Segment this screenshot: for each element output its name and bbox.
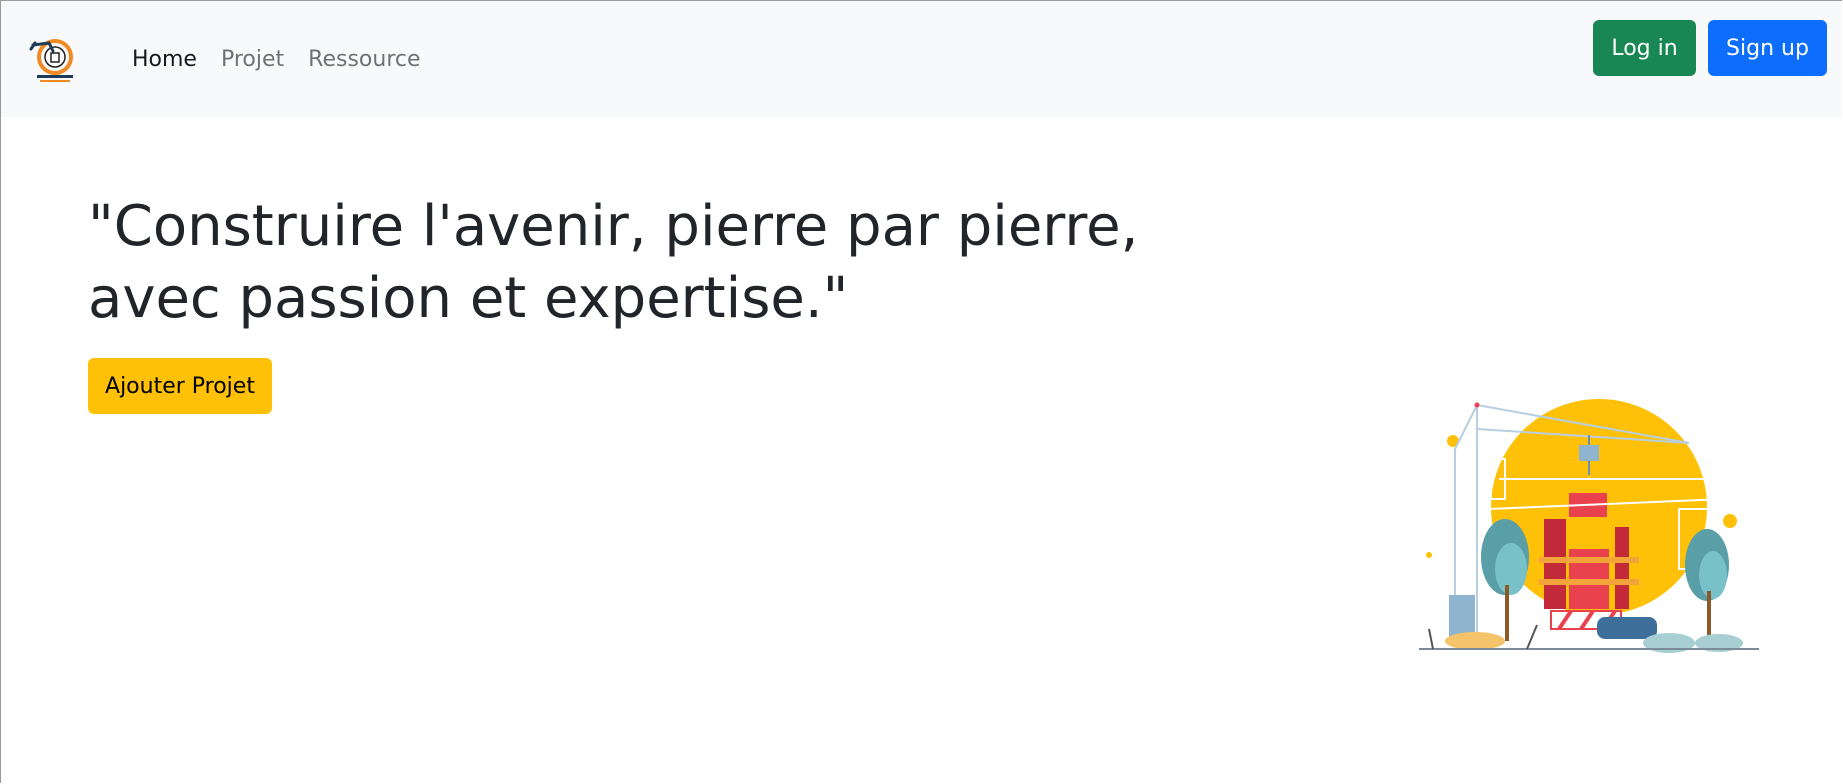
signup-button[interactable]: Sign up	[1708, 20, 1827, 76]
navbar: Home Projet Ressource Log in Sign up	[1, 1, 1842, 117]
nav-projet-link[interactable]: Projet	[221, 45, 284, 75]
nav-home-link[interactable]: Home	[132, 45, 197, 75]
construction-logo-icon	[29, 39, 73, 82]
brand-logo[interactable]	[29, 35, 77, 85]
nav-links: Home Projet Ressource	[132, 45, 421, 75]
construction-site-illustration	[1419, 389, 1759, 659]
hero-title: "Construire l'avenir, pierre par pierre,…	[88, 194, 1139, 331]
nav-ressource-link[interactable]: Ressource	[308, 45, 420, 75]
page: Home Projet Ressource Log in Sign up "Co…	[0, 0, 1842, 783]
login-button[interactable]: Log in	[1593, 20, 1696, 76]
add-project-button[interactable]: Ajouter Projet	[88, 358, 272, 414]
